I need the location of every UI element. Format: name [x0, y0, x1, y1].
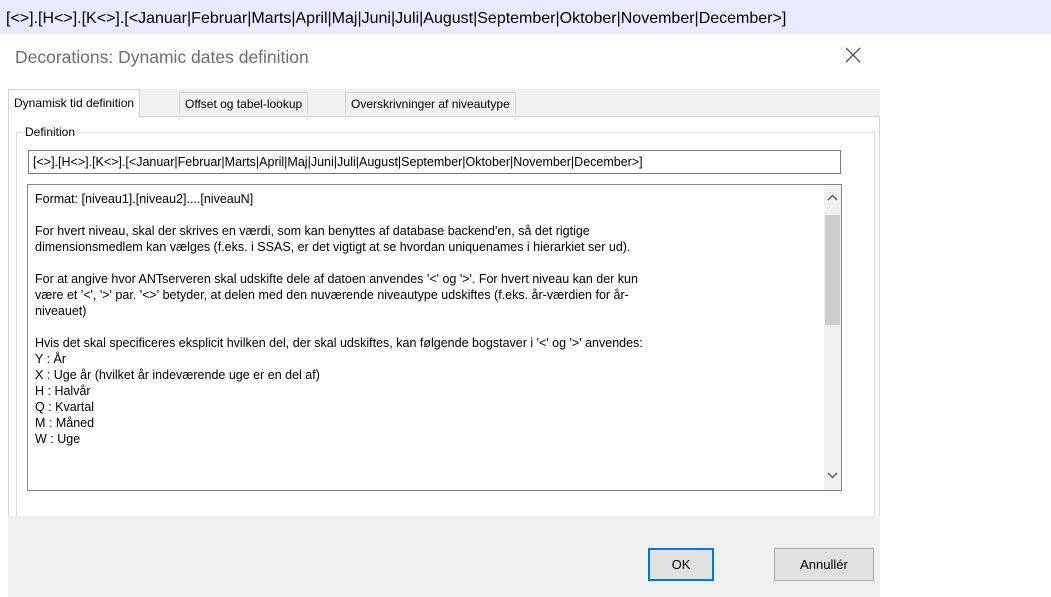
tab-level-type-overrides[interactable]: Overskrivninger af niveautype — [345, 92, 516, 114]
help-line: være et '<', '>' par. '<>' betyder, at d… — [35, 288, 629, 302]
definition-input[interactable] — [28, 150, 841, 174]
help-line: X : Uge år (hvilket år indeværende uge e… — [35, 368, 320, 382]
definition-group-label: Definition — [23, 125, 78, 139]
ok-button[interactable]: OK — [648, 548, 714, 581]
help-text: Format: [niveau1].[niveau2]....[niveauN]… — [35, 191, 821, 447]
dynamic-dates-dialog: Decorations: Dynamic dates definition Dy… — [0, 34, 888, 597]
cancel-button[interactable]: Annullér — [774, 548, 874, 581]
help-line: Format: [niveau1].[niveau2]....[niveauN] — [35, 192, 254, 206]
tab-panel: Definition Format: [niveau1].[niveau2]..… — [8, 116, 880, 554]
tab-offset-table-lookup[interactable]: Offset og tabel-lookup — [179, 92, 309, 114]
help-line — [35, 255, 821, 271]
help-line: dimensionsmedlem kan vælges (f.eks. i SS… — [35, 240, 631, 254]
scroll-thumb[interactable] — [825, 215, 840, 325]
close-icon[interactable] — [845, 47, 861, 63]
help-line — [35, 207, 821, 223]
chevron-up-icon[interactable] — [824, 189, 841, 206]
tab-strip: Dynamisk tid definition Offset og tabel-… — [8, 89, 880, 117]
help-line: H : Halvår — [35, 384, 91, 398]
help-line: niveauet) — [35, 304, 87, 318]
help-line: M : Måned — [35, 416, 95, 430]
help-line: For at angive hvor ANTserveren skal udsk… — [35, 272, 638, 286]
help-scrollbar[interactable] — [824, 185, 841, 490]
help-line — [35, 319, 821, 335]
help-line: W : Uge — [35, 432, 81, 446]
help-line: Y : År — [35, 352, 67, 366]
tab-dynamic-time-definition[interactable]: Dynamisk tid definition — [8, 89, 141, 117]
source-bar: [<>].[H<>].[K<>].[<Januar|Februar|Marts|… — [0, 0, 1051, 34]
help-line: For hvert niveau, skal der skrives en væ… — [35, 224, 590, 238]
help-line: Q : Kvartal — [35, 400, 95, 414]
dialog-footer: OK Annullér — [8, 516, 880, 597]
dialog-title: Decorations: Dynamic dates definition — [15, 47, 309, 67]
chevron-down-icon[interactable] — [824, 467, 841, 484]
help-textbox[interactable]: Format: [niveau1].[niveau2]....[niveauN]… — [27, 184, 842, 491]
help-line: Hvis det skal specificeres eksplicit hvi… — [35, 336, 643, 350]
source-bar-text: [<>].[H<>].[K<>].[<Januar|Februar|Marts|… — [6, 10, 787, 27]
